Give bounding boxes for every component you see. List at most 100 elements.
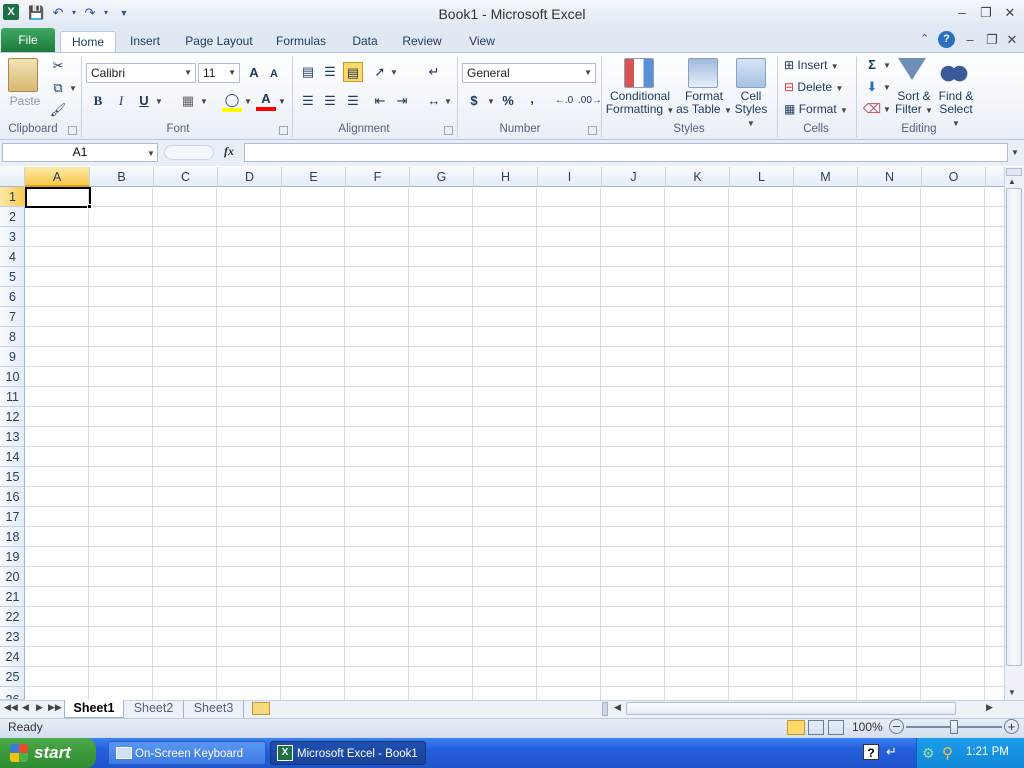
italic-button[interactable]: I [111,91,131,111]
number-launcher-icon[interactable] [588,126,597,135]
bold-button[interactable]: B [88,91,108,111]
increase-decimal-icon[interactable]: ←.0 [554,91,574,111]
top-align-icon[interactable]: ▤ [298,62,318,82]
fill-color-dropdown-icon[interactable]: ▼ [244,97,252,106]
row-header[interactable]: 12 [0,407,25,427]
align-right-icon[interactable]: ☰ [343,91,363,111]
decrease-decimal-icon[interactable]: .00→ [578,91,602,111]
align-left-icon[interactable]: ☰ [298,91,318,111]
column-header-A[interactable]: A [25,167,90,187]
column-header-H[interactable]: H [474,167,538,187]
number-format-dropdown-icon[interactable]: ▼ [584,64,592,82]
workbook-minimize-icon[interactable]: – [960,31,980,49]
name-box[interactable]: A1 [2,143,158,162]
worksheet-grid[interactable] [25,187,1004,700]
restore-icon[interactable]: ❐ [976,4,996,22]
row-header[interactable]: 24 [0,647,25,667]
column-header-F[interactable]: F [346,167,410,187]
column-header-E[interactable]: E [282,167,346,187]
bottom-align-icon[interactable]: ▤ [343,62,363,82]
insert-cells-button[interactable]: ⊞ Insert ▼ [784,56,839,76]
scroll-left-icon[interactable]: ◀ [614,702,621,713]
last-sheet-icon[interactable]: ▶▶ [48,702,62,713]
minimize-ribbon-icon[interactable]: ⌃ [920,32,929,45]
underline-dropdown-icon[interactable]: ▼ [155,97,163,106]
language-tray-icon[interactable]: ↵ [886,744,897,760]
name-box-dropdown-icon[interactable]: ▼ [147,149,155,158]
underline-button[interactable]: U [134,91,154,111]
taskbar-item-excel[interactable]: Microsoft Excel - Book1 [270,741,426,765]
fill-color-icon[interactable]: ◯ [222,90,242,112]
grow-font-button[interactable]: A [244,63,264,83]
column-header-N[interactable]: N [858,167,922,187]
tab-data[interactable]: Data [346,31,384,52]
row-header[interactable]: 19 [0,547,25,567]
clear-icon[interactable]: ⌫ [862,99,882,119]
delete-cells-button[interactable]: ⊟ Delete ▼ [784,78,843,98]
tab-formulas[interactable]: Formulas [272,31,330,52]
column-header-C[interactable]: C [154,167,218,187]
font-launcher-icon[interactable] [279,126,288,135]
column-header-O[interactable]: O [922,167,986,187]
format-painter-icon[interactable]: 🖌 [48,100,68,120]
formula-input[interactable] [244,143,1008,162]
format-as-table-icon[interactable] [688,58,718,88]
prev-sheet-icon[interactable]: ◀ [22,702,29,713]
column-header-I[interactable]: I [538,167,602,187]
clipboard-launcher-icon[interactable] [68,126,77,135]
help-tray-icon[interactable]: ? [863,744,879,760]
normal-view-icon[interactable] [787,720,805,735]
row-header[interactable]: 16 [0,487,25,507]
workbook-restore-icon[interactable]: ❐ [982,31,1002,49]
zoom-level[interactable]: 100% [852,720,883,734]
horizontal-scroll-thumb[interactable] [626,702,956,715]
sort-filter-icon[interactable] [898,58,926,80]
column-header-L[interactable]: L [730,167,794,187]
borders-icon[interactable]: ▦ [178,91,198,111]
row-header[interactable]: 7 [0,307,25,327]
copy-icon[interactable]: ⧉ [48,78,68,98]
help-icon[interactable]: ? [938,31,955,48]
comma-button[interactable]: , [522,89,542,109]
first-sheet-icon[interactable]: ◀◀ [4,702,18,713]
network-tray-icon[interactable]: ⚙ [922,745,935,762]
row-header[interactable]: 26 [0,687,25,700]
sheet-tab-1[interactable]: Sheet1 [64,700,124,718]
paste-button[interactable]: Paste [6,92,44,110]
orientation-dropdown-icon[interactable]: ▼ [390,68,398,77]
select-all-button[interactable] [0,167,25,187]
column-header-K[interactable]: K [666,167,730,187]
scroll-up-icon[interactable]: ▲ [1008,177,1016,186]
insert-function-icon[interactable]: fx [224,144,234,159]
conditional-formatting-icon[interactable] [624,58,654,88]
tab-review[interactable]: Review [398,31,446,52]
row-header[interactable]: 6 [0,287,25,307]
row-header[interactable]: 17 [0,507,25,527]
row-header[interactable]: 23 [0,627,25,647]
row-header[interactable]: 5 [0,267,25,287]
merge-dropdown-icon[interactable]: ▼ [444,97,452,106]
zoom-in-icon[interactable]: + [1004,719,1019,734]
paste-icon[interactable] [8,58,38,92]
alignment-launcher-icon[interactable] [444,126,453,135]
row-header[interactable]: 21 [0,587,25,607]
tab-split-bar[interactable] [602,702,608,716]
increase-indent-icon[interactable]: ⇥ [392,91,412,111]
row-header[interactable]: 20 [0,567,25,587]
fill-handle[interactable] [87,204,92,209]
row-header[interactable]: 3 [0,227,25,247]
expand-formula-bar-icon[interactable]: ▼ [1011,148,1019,157]
tab-view[interactable]: View [462,31,502,52]
row-header[interactable]: 22 [0,607,25,627]
autosum-button[interactable]: Σ [862,55,882,75]
workbook-close-icon[interactable]: ✕ [1002,31,1022,49]
search-tray-icon[interactable]: ⚲ [942,744,953,762]
copy-dropdown-icon[interactable]: ▼ [69,84,77,93]
vertical-scroll-thumb[interactable] [1006,188,1022,666]
column-header-D[interactable]: D [218,167,282,187]
row-header[interactable]: 13 [0,427,25,447]
page-layout-view-icon[interactable] [808,720,824,735]
minimize-icon[interactable]: – [952,4,972,22]
font-name-combo[interactable]: Calibri ▼ [86,63,196,83]
page-break-view-icon[interactable] [828,720,844,735]
